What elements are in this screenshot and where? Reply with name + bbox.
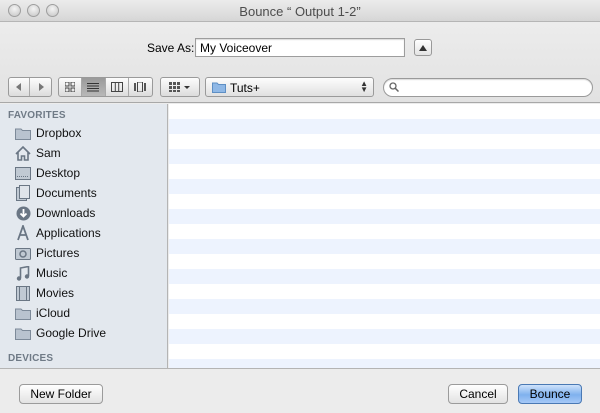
sidebar-item-desktop[interactable]: Desktop: [0, 163, 167, 183]
search-field[interactable]: [383, 78, 593, 97]
sidebar-item-pictures[interactable]: Pictures: [0, 243, 167, 263]
sidebar-item-label: Downloads: [36, 206, 96, 220]
folder-icon: [15, 305, 31, 321]
sidebar-item-label: iCloud: [36, 306, 71, 320]
forward-arrow-icon: [38, 83, 44, 91]
sidebar-item-label: Google Drive: [36, 326, 107, 340]
dialog-header: Save As: My Voiceover Tuts+ ▲ ▼: [0, 23, 600, 103]
collapse-dialog-button[interactable]: [414, 39, 432, 56]
save-as-input[interactable]: [195, 38, 405, 57]
sidebar-item-label: Applications: [36, 226, 101, 240]
dialog-footer: New Folder Cancel Bounce: [0, 368, 600, 413]
bounce-button[interactable]: Bounce: [518, 384, 582, 404]
file-list[interactable]: [169, 104, 600, 368]
window-title: Bounce “ Output 1-2”: [239, 4, 361, 19]
cancel-button[interactable]: Cancel: [448, 384, 508, 404]
sidebar-item-downloads[interactable]: Downloads: [0, 203, 167, 223]
title-bar: Bounce “ Output 1-2”: [0, 0, 600, 22]
sidebar-item-music[interactable]: Music: [0, 263, 167, 283]
sidebar-item-label: Pictures: [36, 246, 80, 260]
sidebar-item-google-drive[interactable]: Google Drive: [0, 323, 167, 343]
sidebar-item-applications[interactable]: Applications: [0, 223, 167, 243]
search-icon: [389, 82, 399, 92]
arrange-menu-button[interactable]: [160, 77, 200, 97]
forward-button[interactable]: [30, 78, 51, 96]
save-as-label: Save As:: [147, 41, 195, 55]
coverflow-view-button[interactable]: [129, 78, 152, 96]
pictures-icon: [15, 245, 31, 261]
column-view-button[interactable]: [106, 78, 129, 96]
movies-icon: [15, 285, 31, 301]
sidebar-item-label: Desktop: [36, 166, 81, 180]
downloads-icon: [15, 205, 31, 221]
save-dialog: Bounce “ Output 1-2” Save As: My Voiceov…: [0, 0, 600, 413]
applications-icon: [15, 225, 31, 241]
location-popup[interactable]: Tuts+ ▲ ▼: [205, 77, 374, 97]
sidebar-item-label: Movies: [36, 286, 75, 300]
list-view-button[interactable]: [82, 78, 106, 96]
popup-arrows-icon: ▲ ▼: [360, 79, 368, 94]
arrange-grid-icon: [169, 82, 190, 92]
location-label: Tuts+: [230, 81, 260, 95]
sidebar-item-label: Dropbox: [36, 126, 82, 140]
grid-icon: [65, 82, 76, 92]
folder-icon: [15, 325, 31, 341]
columns-icon: [110, 82, 123, 92]
sidebar-item-movies[interactable]: Movies: [0, 283, 167, 303]
new-folder-button[interactable]: New Folder: [19, 384, 103, 404]
desktop-icon: [15, 165, 31, 181]
folder-icon: [212, 82, 226, 93]
sidebar-item-sam[interactable]: Sam: [0, 143, 167, 163]
folder-icon: [15, 125, 31, 141]
favorites-header: FAVORITES: [8, 110, 66, 121]
arrange-content: [161, 78, 199, 96]
devices-header: DEVICES: [8, 353, 54, 364]
sidebar-item-label: Documents: [36, 186, 97, 200]
documents-icon: [15, 185, 31, 201]
sidebar-item-icloud[interactable]: iCloud: [0, 303, 167, 323]
search-input[interactable]: [404, 80, 584, 95]
back-button[interactable]: [9, 78, 31, 96]
list-icon: [87, 83, 100, 92]
sidebar-item-label: Music: [36, 266, 68, 280]
back-arrow-icon: [16, 83, 21, 91]
icon-view-button[interactable]: [59, 78, 83, 96]
sidebar-item-documents[interactable]: Documents: [0, 183, 167, 203]
home-icon: [15, 145, 31, 161]
music-icon: [15, 265, 31, 281]
back-forward-control: [8, 77, 52, 97]
sidebar-item-label: Sam: [36, 146, 61, 160]
view-mode-control: [58, 77, 153, 97]
sidebar-item-dropbox[interactable]: Dropbox: [0, 123, 167, 143]
coverflow-icon: [134, 82, 147, 92]
triangle-up-icon: [419, 44, 427, 51]
sidebar: FAVORITES Dropbox Sam Desktop Documents: [0, 104, 168, 368]
